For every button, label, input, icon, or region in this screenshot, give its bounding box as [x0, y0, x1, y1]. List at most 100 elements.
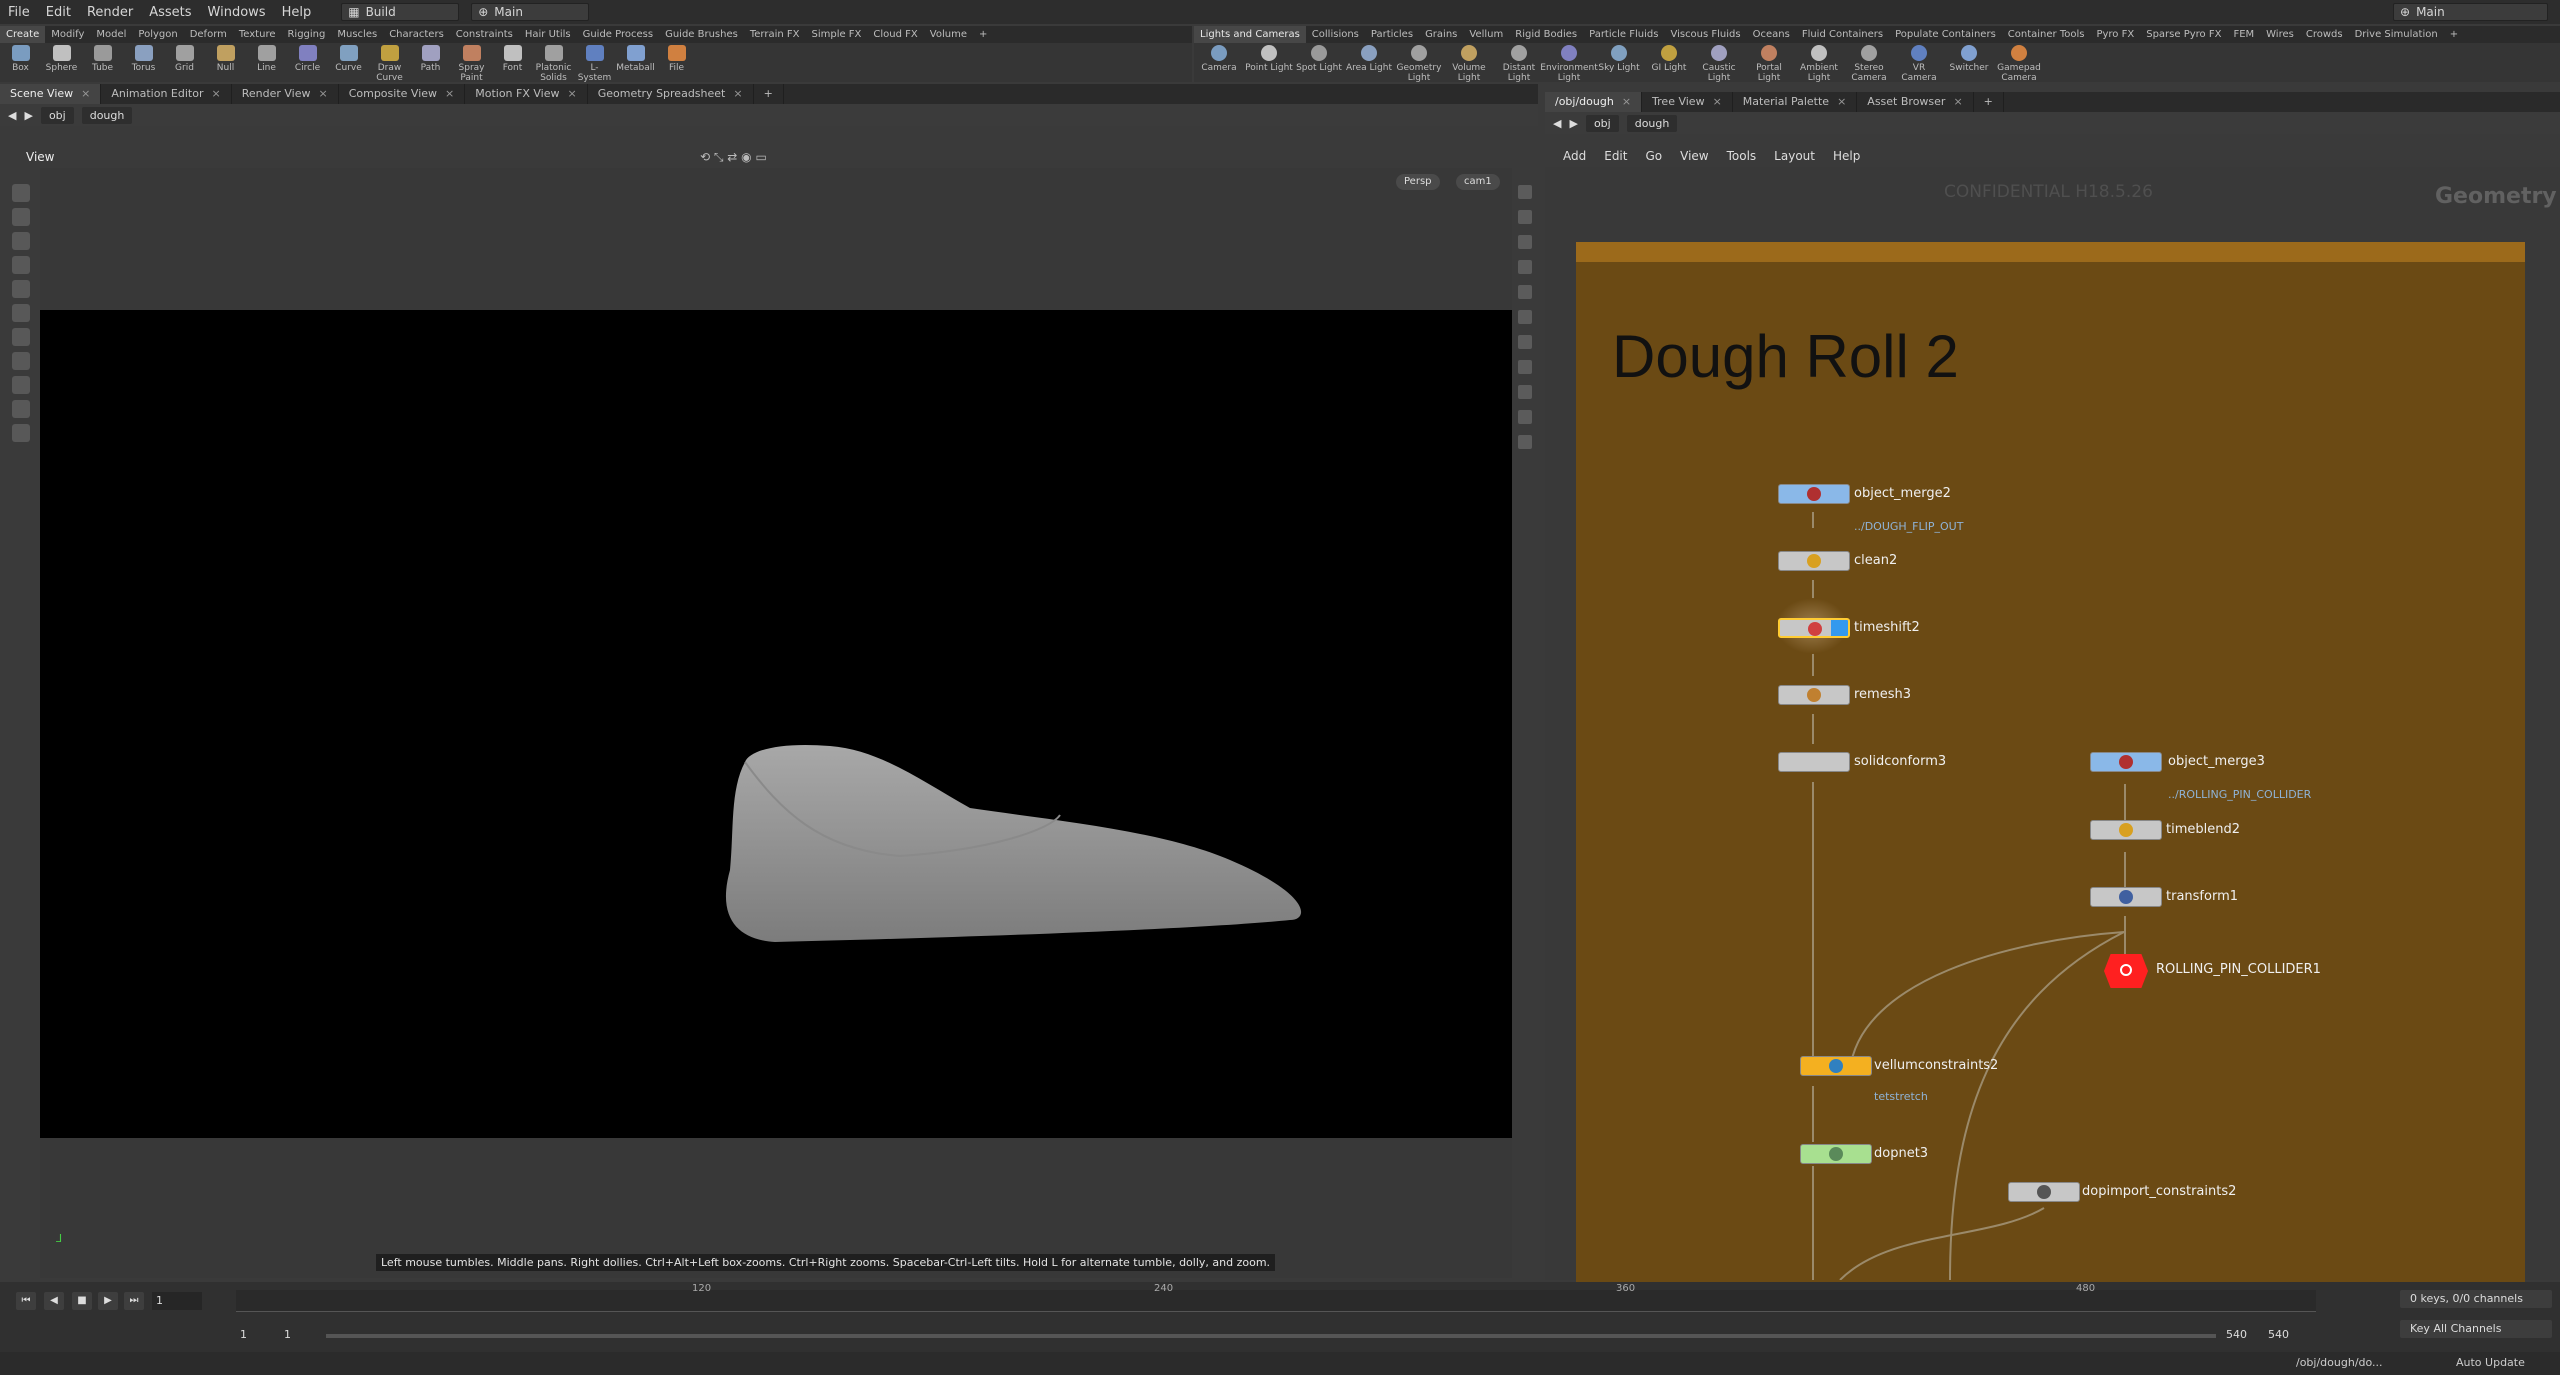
backface-icon[interactable] [1518, 410, 1532, 424]
current-frame-field[interactable]: 1 [152, 1292, 202, 1310]
pane-tab-2[interactable]: Material Palette × [1733, 92, 1858, 112]
shelf-tab-vellum[interactable]: Vellum [1463, 26, 1509, 43]
net-menu-go[interactable]: Go [1645, 149, 1662, 163]
shelf-tool-gi-light[interactable]: GI Light [1644, 45, 1694, 73]
go-end-icon[interactable]: ⏭ [124, 1292, 144, 1310]
close-tab-icon[interactable]: × [1953, 95, 1962, 108]
shelf-tab-hair-utils[interactable]: Hair Utils [519, 26, 577, 43]
shelf-tab-pyro-fx[interactable]: Pyro FX [2090, 26, 2140, 43]
shelf-tool-volume-light[interactable]: Volume Light [1444, 45, 1494, 83]
shelf-tool-platonic-solids[interactable]: Platonic Solids [533, 45, 574, 83]
close-tab-icon[interactable]: × [318, 87, 327, 100]
net-path-crumb-dough[interactable]: dough [1626, 114, 1678, 132]
shelf-tool-path[interactable]: Path [410, 45, 451, 73]
shelf-tab-fem[interactable]: FEM [2227, 26, 2260, 43]
shelf-tab-modify[interactable]: Modify [45, 26, 90, 43]
path-crumb-obj[interactable]: obj [40, 106, 74, 124]
scale-icon[interactable] [12, 256, 30, 274]
node-vellumconstraints2[interactable] [1800, 1056, 1872, 1076]
shelf-tool-box[interactable]: Box [0, 45, 41, 73]
layout-dropdown[interactable]: ⊕ Main [471, 3, 590, 21]
forward-arrow-icon[interactable]: ▶ [24, 109, 32, 122]
auto-update-dropdown[interactable]: Auto Update [2456, 1356, 2525, 1369]
close-tab-icon[interactable]: × [1837, 95, 1846, 108]
shelf-tool-sky-light[interactable]: Sky Light [1594, 45, 1644, 73]
play-icon[interactable]: ▶ [98, 1292, 118, 1310]
close-tab-icon[interactable]: × [733, 87, 742, 100]
add-tab-icon[interactable]: + [1974, 92, 2004, 112]
shelf-tab-fluid-containers[interactable]: Fluid Containers [1796, 26, 1889, 43]
back-arrow-icon[interactable]: ◀ [8, 109, 16, 122]
shelf-tool-torus[interactable]: Torus [123, 45, 164, 73]
grid-icon[interactable] [1518, 310, 1532, 324]
shelf-tool-null[interactable]: Null [205, 45, 246, 73]
shelf-tab-texture[interactable]: Texture [233, 26, 282, 43]
shelf-tab-particle-fluids[interactable]: Particle Fluids [1583, 26, 1664, 43]
shelf-tool-sphere[interactable]: Sphere [41, 45, 82, 73]
render-region[interactable] [40, 310, 1512, 1138]
move-icon[interactable] [12, 208, 30, 226]
rotate-icon[interactable] [12, 232, 30, 250]
persp-dropdown[interactable]: Persp [1396, 174, 1440, 190]
info-icon[interactable] [1518, 435, 1532, 449]
normals-icon[interactable] [1518, 285, 1532, 299]
camera-dropdown[interactable]: cam1 [1456, 174, 1500, 190]
pane-tab-0[interactable]: /obj/dough × [1545, 92, 1643, 112]
shelf-tool-point-light[interactable]: Point Light [1244, 45, 1294, 73]
node-timeblend2[interactable] [2090, 820, 2162, 840]
shading-icon[interactable] [1518, 185, 1532, 199]
shelf-tool-grid[interactable]: Grid [164, 45, 205, 73]
shelf-tool-stereo-camera[interactable]: Stereo Camera [1844, 45, 1894, 83]
shelf-tool-draw-curve[interactable]: Draw Curve [369, 45, 410, 83]
menu-assets[interactable]: Assets [141, 5, 199, 20]
shelf-tab-sparse-pyro-fx[interactable]: Sparse Pyro FX [2140, 26, 2227, 43]
shelf-tab-collisions[interactable]: Collisions [1306, 26, 1365, 43]
shelf-tab-particles[interactable]: Particles [1365, 26, 1419, 43]
shelf-tab-constraints[interactable]: Constraints [450, 26, 519, 43]
key-all-channels-dropdown[interactable]: Key All Channels [2400, 1320, 2552, 1338]
node-dopimport[interactable] [2008, 1182, 2080, 1202]
shelf-tab-muscles[interactable]: Muscles [331, 26, 383, 43]
shelf-tab-model[interactable]: Model [90, 26, 132, 43]
shelf-tab-characters[interactable]: Characters [383, 26, 450, 43]
pane-tab-4[interactable]: Motion FX View × [465, 84, 588, 104]
play-back-icon[interactable]: ◀ [44, 1292, 64, 1310]
handle-icon[interactable] [12, 304, 30, 322]
shelf-tab-crowds[interactable]: Crowds [2300, 26, 2349, 43]
shelf-tool-spot-light[interactable]: Spot Light [1294, 45, 1344, 73]
pane-tab-3[interactable]: Composite View × [339, 84, 466, 104]
stop-icon[interactable]: ■ [72, 1292, 92, 1310]
pose-icon[interactable] [12, 280, 30, 298]
pane-tab-5[interactable]: Geometry Spreadsheet × [588, 84, 754, 104]
brush-icon[interactable] [12, 328, 30, 346]
magnet-icon[interactable] [12, 352, 30, 370]
range-slider[interactable] [326, 1334, 2216, 1338]
path-crumb-dough[interactable]: dough [81, 106, 133, 124]
net-menu-help[interactable]: Help [1833, 149, 1860, 163]
lock-icon[interactable] [1518, 210, 1532, 224]
menu-windows[interactable]: Windows [200, 5, 274, 20]
shelf-tab-rigid-bodies[interactable]: Rigid Bodies [1509, 26, 1583, 43]
close-tab-icon[interactable]: × [212, 87, 221, 100]
shelf-tab-container-tools[interactable]: Container Tools [2002, 26, 2091, 43]
menu-edit[interactable]: Edit [38, 5, 79, 20]
pane-tab-3[interactable]: Asset Browser × [1857, 92, 1974, 112]
shelf-tool-vr-camera[interactable]: VR Camera [1894, 45, 1944, 83]
net-menu-edit[interactable]: Edit [1604, 149, 1627, 163]
shelf-tab-create[interactable]: Create [0, 26, 46, 43]
close-tab-icon[interactable]: × [1713, 95, 1722, 108]
close-tab-icon[interactable]: × [1622, 95, 1631, 108]
camera-icon[interactable] [12, 424, 30, 442]
shelf-tab-terrain-fx[interactable]: Terrain FX [744, 26, 806, 43]
shelf-tab-rigging[interactable]: Rigging [281, 26, 331, 43]
node-solidconform3[interactable] [1778, 752, 1850, 772]
shelf-tab-cloud-fx[interactable]: Cloud FX [867, 26, 923, 43]
shelf-tool-caustic-light[interactable]: Caustic Light [1694, 45, 1744, 83]
add-shelf-tab-icon[interactable]: + [973, 26, 993, 43]
snap-icon[interactable] [12, 376, 30, 394]
pane-tab-1[interactable]: Animation Editor × [101, 84, 232, 104]
shelf-tool-gamepad-camera[interactable]: Gamepad Camera [1994, 45, 2044, 83]
node-remesh3[interactable] [1778, 685, 1850, 705]
close-tab-icon[interactable]: × [81, 87, 90, 100]
node-object-merge2[interactable] [1778, 484, 1850, 504]
